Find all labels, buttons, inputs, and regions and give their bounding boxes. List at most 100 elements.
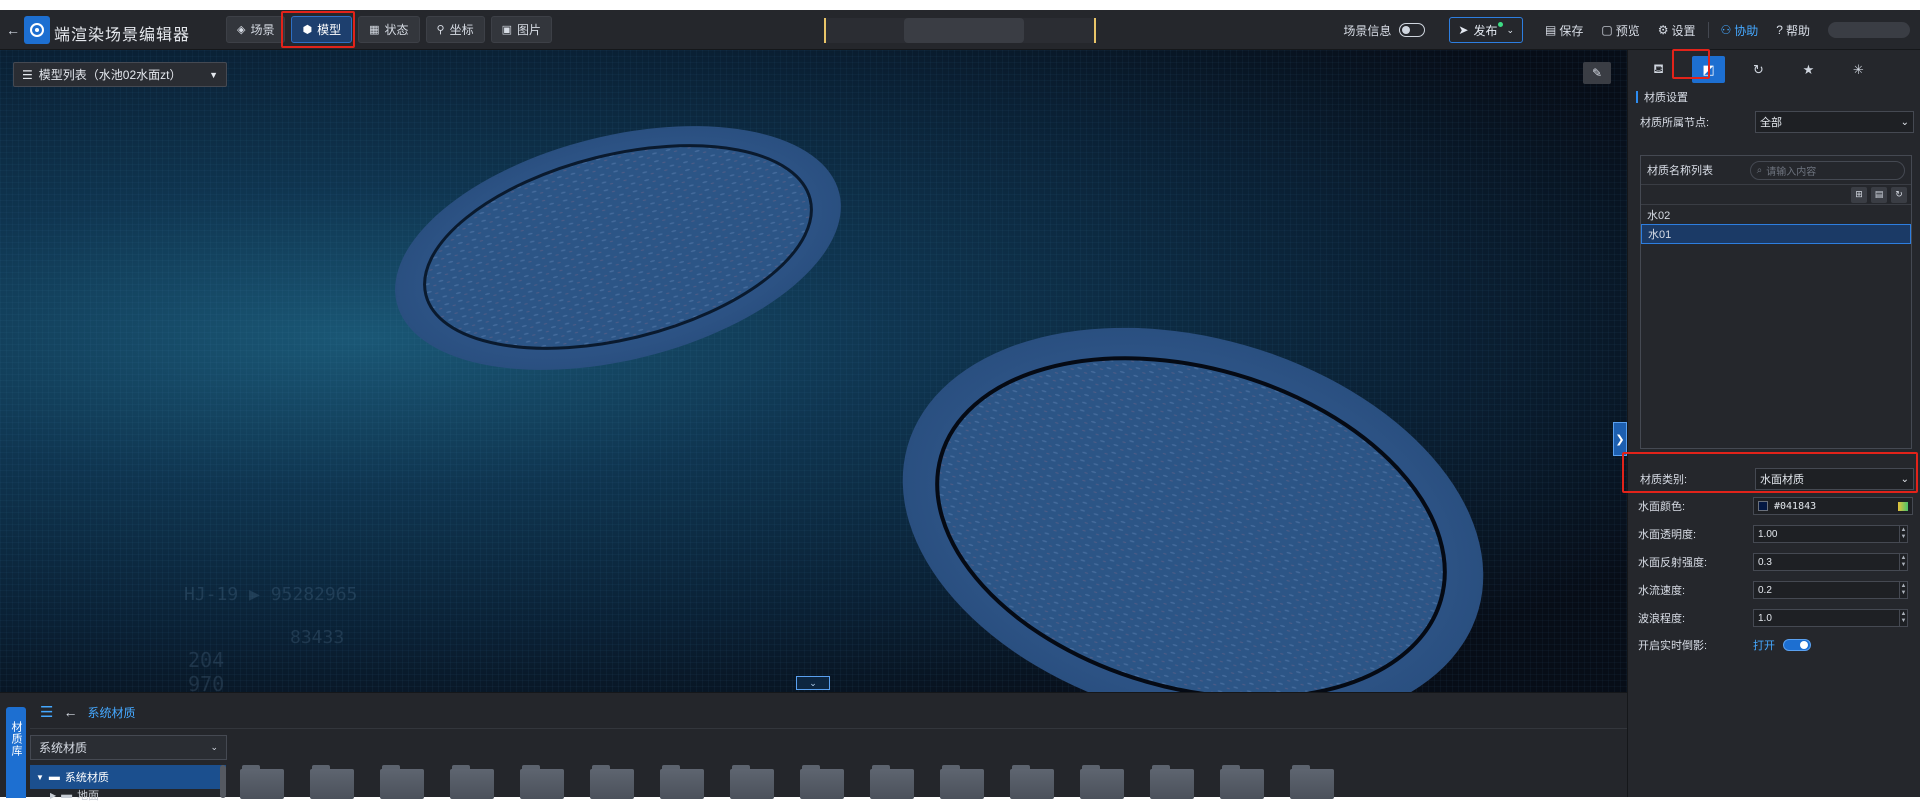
folder-icon[interactable] (520, 763, 564, 799)
tab-transform[interactable]: ⛾ (1642, 56, 1675, 83)
chevron-down-icon: ⌄ (210, 742, 218, 752)
folder-icon[interactable] (1080, 763, 1124, 799)
property-panel-tabs: ⛾ ◩ ↻ ★ ✳ (1642, 56, 1875, 83)
tab-image[interactable]: ▣ 图片 (490, 16, 553, 43)
folder-icon[interactable] (1290, 763, 1334, 799)
save-label: 保存 (1559, 23, 1584, 38)
back-arrow-icon[interactable]: ← (63, 704, 77, 720)
tree-item-ground[interactable]: ▶ ▬ 地面 (30, 789, 226, 801)
wave-stepper[interactable]: 1.0 ▲ ▼ (1753, 609, 1908, 627)
tab-state[interactable]: ▦ 状态 (358, 16, 420, 43)
pool-lower[interactable] (855, 263, 1531, 692)
tab-animation[interactable]: ↻ (1742, 56, 1775, 83)
collapse-bottom-panel-toggle[interactable]: ⌄ (796, 676, 830, 690)
menu-icon[interactable]: ☰ (40, 703, 53, 721)
folder-icon[interactable] (660, 763, 704, 799)
stepper-arrows-icon[interactable]: ▲ ▼ (1899, 610, 1907, 626)
expand-right-panel-toggle[interactable]: ❯ (1613, 422, 1627, 456)
tab-coordinate[interactable]: ⚲ 坐标 (425, 16, 485, 43)
collab-button[interactable]: ⚇ 协助 (1721, 22, 1759, 39)
folder-icon[interactable] (940, 763, 984, 799)
scene-name-pill (824, 18, 1096, 43)
send-icon: ➤ (1458, 23, 1469, 37)
caret-right-icon: ▶ (50, 790, 57, 800)
wave-label: 波浪程度: (1638, 613, 1686, 625)
refresh-button[interactable]: ↻ (1891, 186, 1907, 203)
folder-icon: ▬ (61, 789, 73, 801)
folder-icon[interactable] (240, 763, 284, 799)
folder-icon[interactable] (1150, 763, 1194, 799)
scene-info-toggle-group: 场景信息 (1343, 22, 1426, 39)
realtime-reflection-switch[interactable] (1783, 639, 1811, 651)
folder-icon[interactable] (800, 763, 844, 799)
tab-model[interactable]: ⬢ 模型 (291, 16, 353, 43)
section-title: 材质设置 (1636, 89, 1688, 105)
collab-icon: ⚇ (1720, 23, 1732, 37)
help-button[interactable]: ? 帮助 (1776, 22, 1810, 39)
tab-material[interactable]: ◩ (1692, 56, 1725, 83)
material-library-tab[interactable]: 材质库 (6, 707, 26, 798)
folder-icon[interactable] (380, 763, 424, 799)
realtime-reflection-label: 开启实时倒影: (1638, 640, 1708, 652)
color-swatch[interactable] (1758, 501, 1768, 511)
tab-particles[interactable]: ✳ (1842, 56, 1875, 83)
breadcrumb-label[interactable]: 系统材质 (87, 704, 135, 721)
material-node-select[interactable]: 全部 ⌄ (1755, 111, 1914, 133)
back-arrow-icon[interactable]: ← (6, 22, 20, 38)
publish-button[interactable]: ➤ 发布 ⌄ (1449, 17, 1524, 43)
folder-icon[interactable] (730, 763, 774, 799)
tab-effects[interactable]: ★ (1792, 56, 1825, 83)
folder-icon[interactable] (1220, 763, 1264, 799)
tree-item-label: 系统材质 (64, 772, 109, 784)
material-type-value: 水面材质 (1760, 474, 1804, 486)
opacity-stepper[interactable]: 1.00 ▲ ▼ (1753, 525, 1908, 543)
save-button[interactable]: ▤ 保存 (1545, 22, 1583, 39)
pool-upper[interactable] (370, 84, 867, 412)
3d-viewport[interactable]: HJ-19 ▶ 95282965 83433 204 970 ☰ 模型列表（水池… (0, 50, 1627, 692)
stepper-arrows-icon[interactable]: ▲ ▼ (1899, 554, 1907, 570)
folder-icon: ▬ (48, 771, 60, 783)
water-color-input[interactable]: #041843 (1753, 497, 1913, 515)
folder-body (660, 769, 704, 799)
folder-icon[interactable] (310, 763, 354, 799)
mode-tabs: ◈ 场景 ⬢ 模型 ▦ 状态 ⚲ 坐标 ▣ 图片 (226, 16, 553, 43)
add-material-button[interactable]: ⊞ (1851, 186, 1867, 203)
tab-scene[interactable]: ◈ 场景 (226, 16, 286, 43)
preview-button[interactable]: ▢ 预览 (1601, 22, 1639, 39)
material-list-label: 材质名称列表 (1647, 165, 1713, 177)
list-item[interactable]: 水02 (1641, 204, 1911, 224)
brush-icon: ✎ (1591, 66, 1603, 80)
library-source-select[interactable]: 系统材质 ⌄ (30, 735, 227, 760)
field-reflect: 水面反射强度: 0.3 ▲ ▼ (1638, 553, 1908, 571)
stepper-arrows-icon[interactable]: ▲ ▼ (1899, 582, 1907, 598)
blurred-user-avatar[interactable] (1828, 22, 1910, 38)
brush-tool-button[interactable]: ✎ (1583, 62, 1611, 84)
scene-info-toggle[interactable] (1399, 23, 1426, 37)
preview-icon: ▢ (1601, 23, 1613, 37)
save-material-button[interactable]: ▤ (1871, 186, 1887, 203)
stepper-arrows-icon[interactable]: ▲ ▼ (1899, 526, 1907, 542)
chevron-down-icon: ⌄ (1900, 473, 1909, 485)
reflect-stepper[interactable]: 0.3 ▲ ▼ (1753, 553, 1908, 571)
list-icon: ☰ (22, 67, 33, 82)
transform-icon: ⛾ (1653, 60, 1664, 76)
material-type-select[interactable]: 水面材质 ⌄ (1755, 468, 1914, 490)
list-item-selected[interactable]: 水01 (1641, 224, 1911, 244)
folder-icon[interactable] (450, 763, 494, 799)
tree-item-label: 地面 (77, 790, 100, 801)
material-search-input[interactable]: ⌕ 请输入内容 (1749, 160, 1905, 180)
tree-scrollbar[interactable] (220, 765, 226, 798)
folder-icon[interactable] (590, 763, 634, 799)
folder-body (800, 769, 844, 799)
folder-icon[interactable] (1010, 763, 1054, 799)
folder-icon[interactable] (870, 763, 914, 799)
water-pools-render (370, 84, 1531, 692)
tree-item-system-material[interactable]: ▼ ▬ 系统材质 (30, 765, 226, 789)
add-file-icon: ⊞ (1855, 189, 1863, 199)
color-picker-icon[interactable] (1898, 502, 1908, 511)
settings-button[interactable]: ⚙ 设置 (1658, 22, 1696, 39)
flow-speed-stepper[interactable]: 0.2 ▲ ▼ (1753, 581, 1908, 599)
library-breadcrumb: ☰ ← 系统材质 (40, 703, 135, 721)
model-list-dropdown[interactable]: ☰ 模型列表（水池02水面zt） ▼ (13, 62, 227, 87)
app-logo (24, 16, 50, 44)
